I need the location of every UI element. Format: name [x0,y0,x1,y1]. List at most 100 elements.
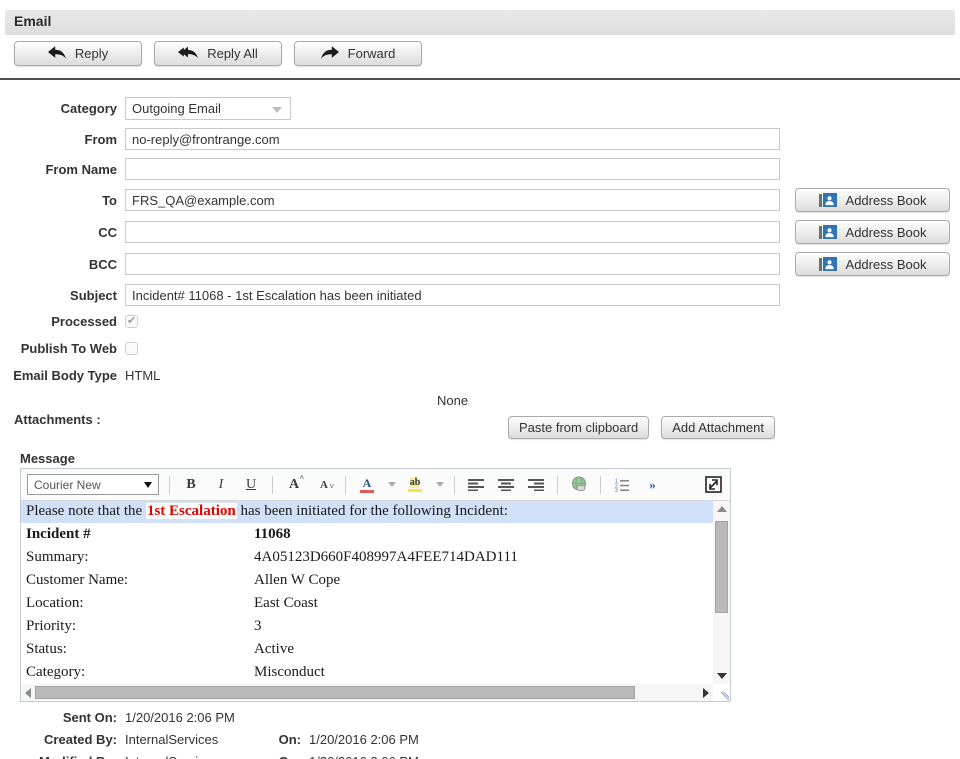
message-row: Summary: 4A05123D660F408997A4FEE714DAD11… [21,546,713,569]
align-left-button[interactable] [465,474,487,496]
publish-to-web-row: Publish To Web [0,341,960,356]
from-name-input[interactable] [125,158,780,180]
processed-checkbox[interactable] [125,315,138,328]
category-row: Category Outgoing Email [0,97,960,120]
font-family-dropdown[interactable]: Courier New [27,474,159,495]
message-row-value: 3 [254,618,262,635]
bcc-address-book-button[interactable]: Address Book [795,252,950,276]
italic-button[interactable]: I [210,474,232,496]
bcc-input[interactable] [125,253,780,275]
font-family-value: Courier New [34,478,101,492]
action-toolbar: Reply Reply All Forward [14,41,960,66]
more-tools-button[interactable]: » [641,474,663,496]
message-row: Incident # 11068 [21,523,713,546]
toolbar-divider [272,476,273,494]
vertical-scroll-thumb[interactable] [715,521,728,613]
scroll-left-icon[interactable] [25,688,31,698]
message-row-label: Location: [26,595,254,612]
scroll-up-icon[interactable] [717,506,727,512]
from-label: From [0,132,117,147]
email-detail-page: Email Reply Reply All Forward Category O… [0,0,960,759]
to-label: To [0,193,117,208]
email-body-type-row: Email Body Type HTML [0,368,960,383]
highlight-icon: ab [408,478,422,492]
message-row-value: 11068 [254,526,291,543]
address-book-label: Address Book [846,225,927,240]
font-color-dropdown-icon[interactable] [388,482,396,487]
highlight-dropdown-icon[interactable] [436,482,444,487]
message-row-label: Summary: [26,549,254,566]
attachments-label: Attachments : [14,412,101,427]
page-header: Email [5,10,955,35]
toolbar-divider [600,476,601,494]
audit-footer: Sent On: 1/20/2016 2:06 PM Created By: I… [0,710,960,759]
message-editor: Courier New B I U A˄ A˅ A ab 123 [20,468,731,702]
paste-from-clipboard-button[interactable]: Paste from clipboard [508,416,649,439]
sent-on-value: 1/20/2016 2:06 PM [125,710,273,725]
chevron-down-icon [144,482,152,488]
message-row-label: Status: [26,641,254,658]
chevron-down-icon [272,107,282,113]
message-body[interactable]: Please note that the 1st Escalation has … [21,501,730,701]
bcc-label: BCC [0,257,117,272]
created-on-value: 1/20/2016 2:06 PM [309,732,419,747]
reply-all-button[interactable]: Reply All [154,41,282,66]
header-divider [0,78,960,80]
message-row-value: Allen W Cope [254,572,340,589]
cc-row: CC Address Book [0,220,960,244]
insert-link-icon[interactable] [568,474,590,496]
message-row-value: Misconduct [254,664,325,681]
reply-button[interactable]: Reply [14,41,142,66]
to-input[interactable] [125,189,780,211]
category-label: Category [0,101,117,116]
sent-on-row: Sent On: 1/20/2016 2:06 PM [0,710,960,725]
toolbar-divider [557,476,558,494]
reply-all-label: Reply All [207,46,258,61]
editor-toolbar: Courier New B I U A˄ A˅ A ab 123 [21,469,730,501]
attachment-buttons: Paste from clipboard Add Attachment [508,416,775,439]
page-title: Email [14,13,51,29]
to-address-book-button[interactable]: Address Book [795,188,950,212]
publish-to-web-checkbox[interactable] [125,342,138,355]
to-row: To Address Book [0,188,960,212]
underline-button[interactable]: U [240,474,262,496]
add-attachment-button[interactable]: Add Attachment [661,416,775,439]
message-row-label: Priority: [26,618,254,635]
forward-button[interactable]: Forward [294,41,422,66]
align-center-button[interactable] [495,474,517,496]
message-label: Message [20,451,960,466]
align-right-button[interactable] [525,474,547,496]
toolbar-divider [345,476,346,494]
caret-down-icon: ˅ [329,482,334,491]
subject-input[interactable] [125,284,780,306]
forward-icon [321,46,339,62]
resize-grip-icon[interactable] [721,692,729,700]
modified-on-value: 1/20/2016 2:06 PM [309,754,419,759]
message-row-label: Category: [26,664,254,681]
decrease-font-button[interactable]: A˅ [313,474,335,496]
svg-text:3: 3 [615,488,618,492]
processed-label: Processed [0,314,117,329]
font-color-button[interactable]: A [356,474,378,496]
cc-address-book-button[interactable]: Address Book [795,220,950,244]
increase-font-button[interactable]: A˄ [283,474,305,496]
scroll-right-icon[interactable] [703,688,709,698]
address-book-label: Address Book [846,257,927,272]
horizontal-scrollbar[interactable] [21,684,713,701]
forward-label: Forward [348,46,396,61]
message-row-label: Customer Name: [26,572,254,589]
bold-button[interactable]: B [180,474,202,496]
horizontal-scroll-thumb[interactable] [35,686,635,699]
scroll-down-icon[interactable] [717,673,727,679]
expand-editor-button[interactable] [702,474,724,496]
cc-input[interactable] [125,221,780,243]
category-value: Outgoing Email [132,101,221,116]
subject-row: Subject [0,284,960,306]
highlight-button[interactable]: ab [404,474,426,496]
numbered-list-button[interactable]: 123 [611,474,633,496]
caret-up-icon: ˄ [299,473,304,482]
message-row: Status: Active [21,638,713,661]
vertical-scrollbar[interactable] [713,501,730,684]
from-input[interactable] [125,128,780,150]
category-dropdown[interactable]: Outgoing Email [125,97,291,120]
